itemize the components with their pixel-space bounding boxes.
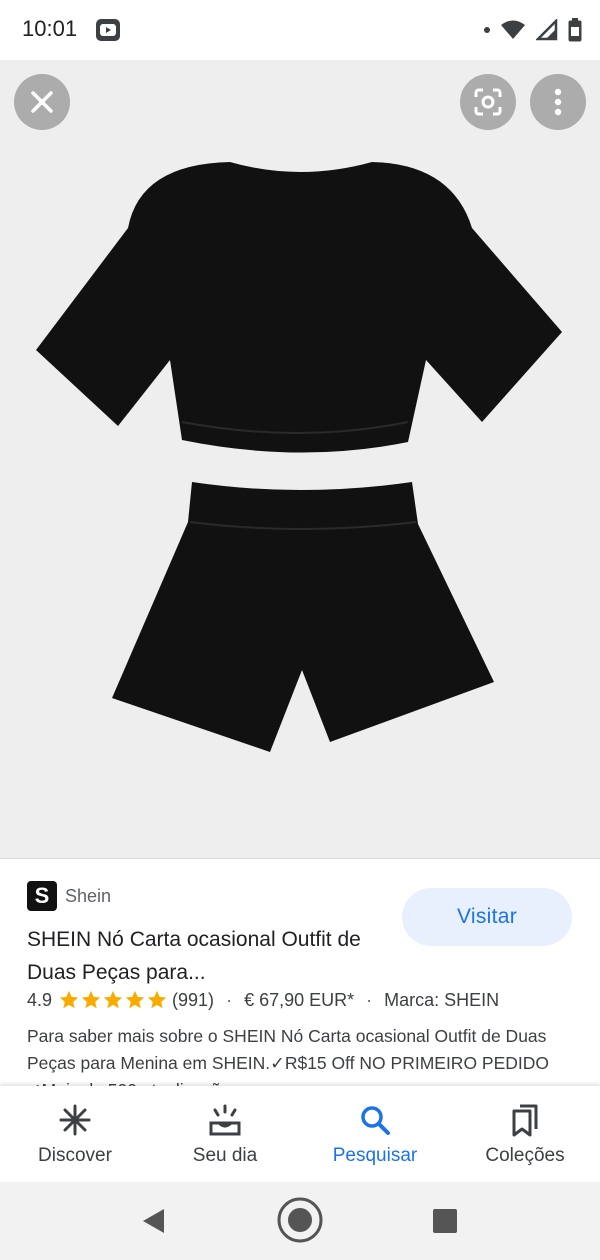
bottom-navigation: Discover Seu dia Pesquisar Coleções — [0, 1086, 600, 1182]
product-image-illustration — [36, 162, 562, 752]
result-title[interactable]: SHEIN Nó Carta ocasional Outfit de Duas … — [27, 923, 387, 989]
youtube-notification-icon — [96, 19, 120, 41]
recents-icon — [433, 1209, 457, 1233]
result-info-panel: S Shein Visitar SHEIN Nó Carta ocasional… — [0, 858, 600, 1086]
result-description: Para saber mais sobre o SHEIN Nó Carta o… — [27, 1026, 550, 1086]
collections-icon — [510, 1101, 540, 1139]
nav-item-discover[interactable]: Discover — [0, 1086, 150, 1182]
search-icon — [359, 1101, 391, 1139]
brand: Marca: SHEIN — [384, 989, 500, 1010]
recents-button[interactable] — [430, 1206, 460, 1236]
crop-top-shape — [36, 162, 562, 453]
nav-item-colecoes[interactable]: Coleções — [450, 1086, 600, 1182]
dot-icon — [484, 27, 490, 33]
battery-icon — [568, 18, 582, 42]
star-icon — [59, 990, 79, 1009]
result-meta: 4.9 (991) · € 67,90 EUR* · Marca: SHEIN — [27, 989, 499, 1011]
discover-icon — [58, 1101, 92, 1139]
star-icon — [103, 990, 123, 1009]
status-time: 10:01 — [22, 16, 78, 41]
nav-label-seu-dia: Seu dia — [192, 1145, 258, 1166]
visit-button[interactable]: Visitar — [402, 888, 572, 946]
price: € 67,90 EUR* — [244, 989, 355, 1010]
close-button[interactable] — [14, 74, 70, 130]
shorts-shape — [112, 482, 494, 752]
more-vert-icon — [554, 88, 562, 116]
star-icon — [125, 990, 145, 1009]
close-icon — [31, 91, 53, 113]
rating-stars — [58, 989, 168, 1011]
source-logo: S — [27, 881, 57, 911]
rating-value: 4.9 — [27, 989, 53, 1010]
more-options-button[interactable] — [530, 74, 586, 130]
separator: · — [226, 989, 233, 1010]
status-bar: 10:01 — [0, 0, 600, 60]
source-name[interactable]: Shein — [65, 886, 111, 907]
seu-dia-icon — [207, 1101, 243, 1139]
nav-item-pesquisar[interactable]: Pesquisar — [300, 1086, 450, 1182]
back-button[interactable] — [136, 1204, 170, 1238]
cell-signal-icon — [536, 19, 558, 41]
nav-label-pesquisar: Pesquisar — [332, 1145, 418, 1166]
system-navigation-bar — [0, 1182, 600, 1260]
separator: · — [366, 989, 373, 1010]
lens-button[interactable] — [460, 74, 516, 130]
home-button[interactable] — [276, 1196, 324, 1244]
star-icon — [147, 990, 167, 1009]
nav-label-colecoes: Coleções — [485, 1145, 565, 1166]
lens-icon — [474, 88, 502, 116]
status-icons — [484, 16, 582, 44]
back-icon — [143, 1209, 164, 1233]
product-image[interactable] — [0, 60, 600, 858]
home-icon — [277, 1197, 323, 1243]
star-icon — [81, 990, 101, 1009]
nav-item-seu-dia[interactable]: Seu dia — [150, 1086, 300, 1182]
review-count: (991) — [172, 989, 215, 1010]
nav-label-discover: Discover — [38, 1145, 112, 1166]
wifi-icon — [501, 20, 525, 39]
